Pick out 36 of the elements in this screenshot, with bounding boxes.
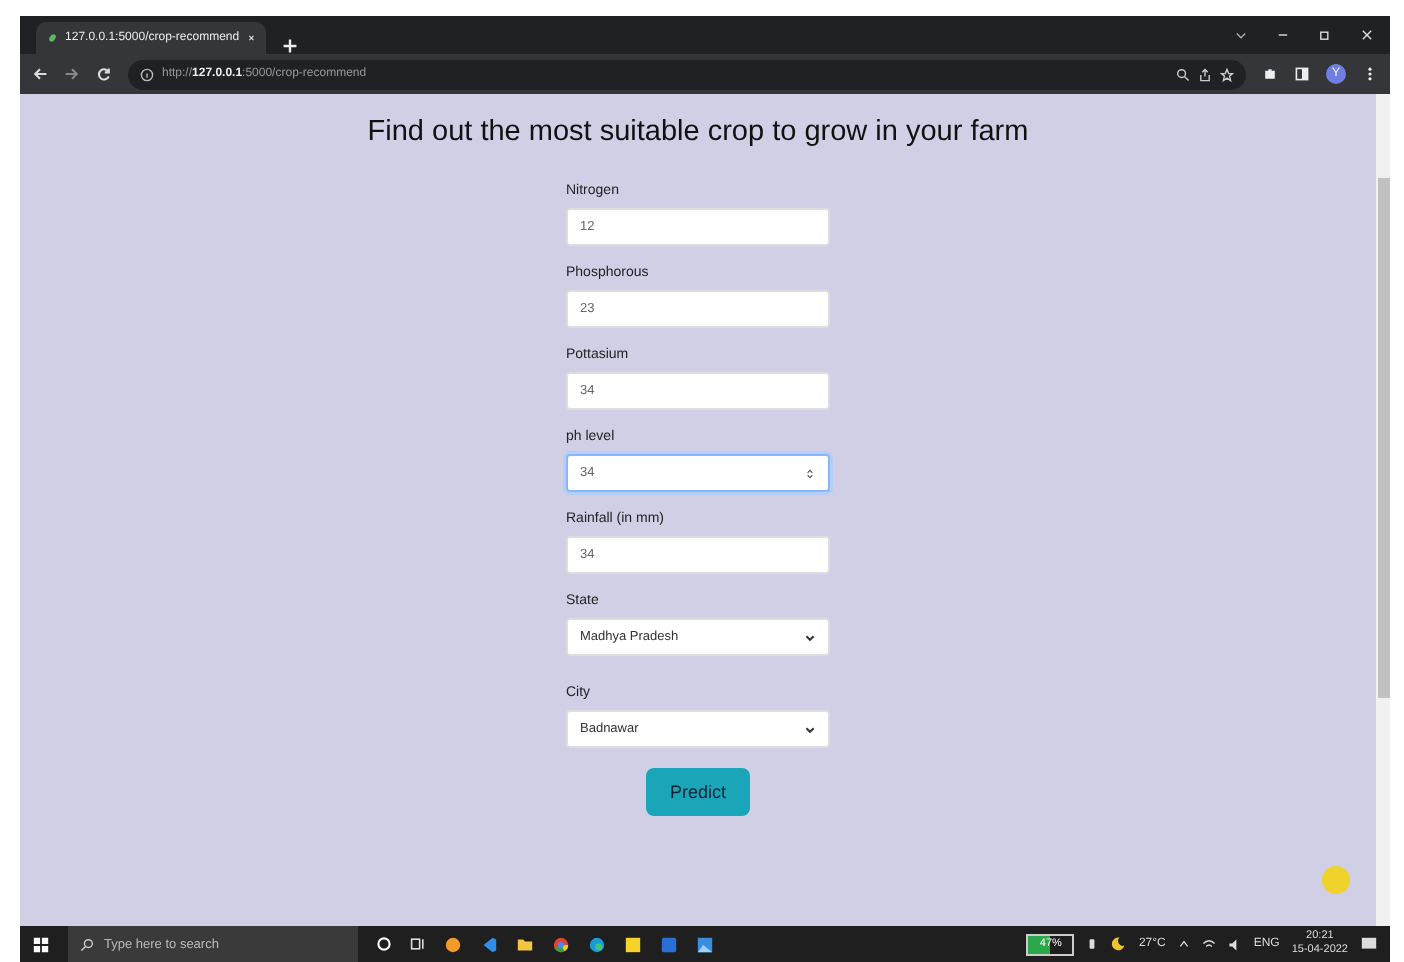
speaker-icon[interactable] xyxy=(1227,937,1242,951)
forward-icon[interactable] xyxy=(64,66,80,82)
zoom-icon[interactable] xyxy=(1176,67,1190,81)
page-heading: Find out the most suitable crop to grow in your farm xyxy=(367,116,1029,148)
spinner-icon xyxy=(804,467,816,479)
caret-icon xyxy=(804,631,816,643)
star-icon[interactable] xyxy=(1220,67,1234,81)
caret-icon xyxy=(804,723,816,735)
notification-icon[interactable] xyxy=(1360,935,1378,953)
predict-button[interactable]: Predict xyxy=(646,768,750,816)
close-icon[interactable] xyxy=(247,32,254,44)
minimize-icon[interactable] xyxy=(1276,28,1290,42)
circle-app-icon[interactable] xyxy=(444,935,462,953)
plus-icon[interactable] xyxy=(282,38,298,54)
restore-icon[interactable] xyxy=(1318,28,1332,42)
sidebar-icon[interactable] xyxy=(1294,66,1310,82)
wifi-icon[interactable] xyxy=(1201,937,1216,951)
close-icon[interactable] xyxy=(1360,28,1374,42)
info-icon xyxy=(140,67,154,81)
leaf-icon xyxy=(48,30,58,46)
search-icon xyxy=(80,937,94,951)
cortana-icon[interactable] xyxy=(376,936,392,952)
photos-icon[interactable] xyxy=(696,935,714,953)
chrome-icon[interactable] xyxy=(552,935,570,953)
windows-icon[interactable] xyxy=(32,935,50,953)
puzzle-icon[interactable] xyxy=(1262,66,1278,82)
chevron-icon[interactable] xyxy=(1234,28,1248,42)
folder-icon[interactable] xyxy=(516,935,534,953)
back-icon[interactable] xyxy=(32,66,48,82)
task-view-icon[interactable] xyxy=(410,936,426,952)
moon-icon xyxy=(1110,936,1127,952)
reload-icon[interactable] xyxy=(96,66,112,82)
scrollbar[interactable] xyxy=(1376,94,1390,926)
chevron-up-icon[interactable] xyxy=(1177,938,1190,950)
share-icon[interactable] xyxy=(1198,67,1212,81)
code-editor-icon[interactable] xyxy=(480,935,498,953)
